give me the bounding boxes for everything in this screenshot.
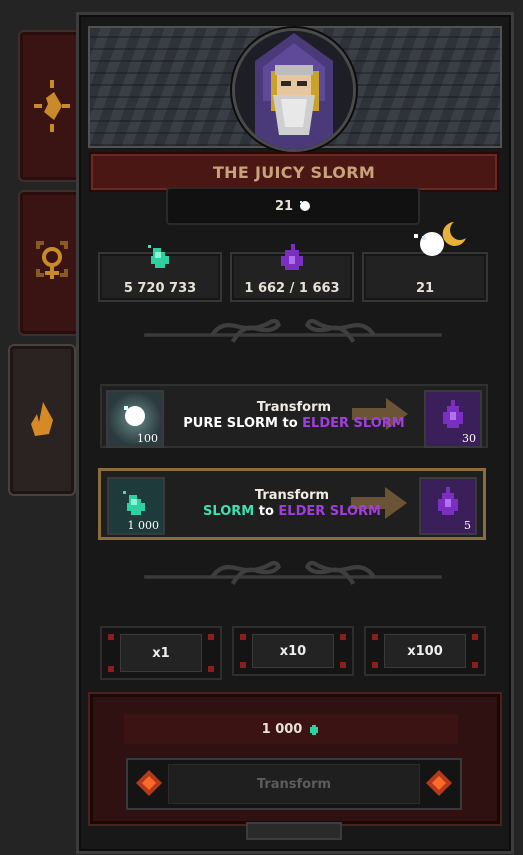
flame-sparkle-icon: [34, 80, 70, 132]
ornament-divider: [144, 560, 442, 585]
slorm-icon: [148, 245, 169, 268]
pure-slorm-count-value: 21: [274, 198, 294, 214]
pure-slorm-icon: [300, 201, 311, 211]
flame-icon: [31, 402, 53, 436]
pure-slorm-amount: 21: [415, 281, 435, 296]
pure-slorm-stat: 21: [362, 222, 488, 302]
npc-name: THE JUICY SLORM: [212, 162, 376, 182]
from-slot: 100: [106, 390, 164, 448]
multiplier-label: x10: [252, 634, 334, 668]
npc-portrait: [232, 28, 356, 152]
elder-slorm-amount: 1 662 / 1 663: [244, 281, 340, 296]
multiplier-x10-button[interactable]: x10: [232, 626, 354, 676]
multiplier-x100-button[interactable]: x100: [364, 626, 486, 676]
transform-action: Transform: [256, 400, 332, 415]
slorm-stat: 5 720 733: [98, 245, 222, 302]
pure-slorm-moon-icon: [413, 222, 466, 256]
to-word: to: [258, 504, 274, 519]
to-qty: 30: [462, 432, 476, 445]
to-slot: 30: [424, 390, 482, 448]
transform-button-label: Transform: [168, 764, 420, 804]
transform-cost: 1 000: [124, 714, 458, 744]
to-name: ELDER SLORM: [278, 504, 381, 519]
from-qty: 100: [137, 432, 158, 445]
wizard-portrait-icon: [235, 31, 353, 149]
gender-target-icon: [36, 241, 68, 279]
elder-slorm-icon: [281, 244, 303, 270]
diamond-icon: [136, 770, 162, 796]
from-slot: 1 000: [107, 477, 165, 535]
slorm-icon: [310, 725, 319, 735]
multiplier-label: x1: [120, 634, 202, 672]
npc-name-bar: THE JUICY SLORM: [89, 152, 499, 192]
to-word: to: [282, 416, 298, 431]
to-qty: 5: [464, 519, 471, 532]
pure-slorm-count: 21: [166, 187, 420, 225]
transform-button[interactable]: Transform: [126, 758, 462, 810]
cost-value: 1 000: [261, 721, 303, 737]
ornament-divider: [144, 318, 442, 343]
panel-bottom-tab: [246, 822, 342, 840]
to-slot: 5: [419, 477, 477, 535]
slorm-amount: 5 720 733: [123, 281, 197, 296]
diamond-icon: [426, 770, 452, 796]
from-name: SLORM: [203, 504, 255, 519]
transform-pure-to-elder[interactable]: 100 Transform PURE SLORM to ELDER SLORM …: [100, 384, 488, 448]
transform-label: Transform PURE SLORM to ELDER SLORM: [164, 400, 424, 431]
tab-flame[interactable]: [8, 344, 76, 496]
elder-slorm-stat: 1 662 / 1 663: [230, 244, 354, 302]
multiplier-x1-button[interactable]: x1: [100, 626, 222, 680]
transform-action: Transform: [254, 488, 330, 503]
multiplier-label: x100: [384, 634, 466, 668]
transform-slorm-to-elder[interactable]: 1 000 Transform SLORM to ELDER SLORM 5: [98, 468, 486, 540]
from-name: PURE SLORM: [183, 416, 278, 431]
from-qty: 1 000: [127, 519, 160, 532]
to-name: ELDER SLORM: [302, 416, 405, 431]
transform-label: Transform SLORM to ELDER SLORM: [163, 488, 421, 519]
